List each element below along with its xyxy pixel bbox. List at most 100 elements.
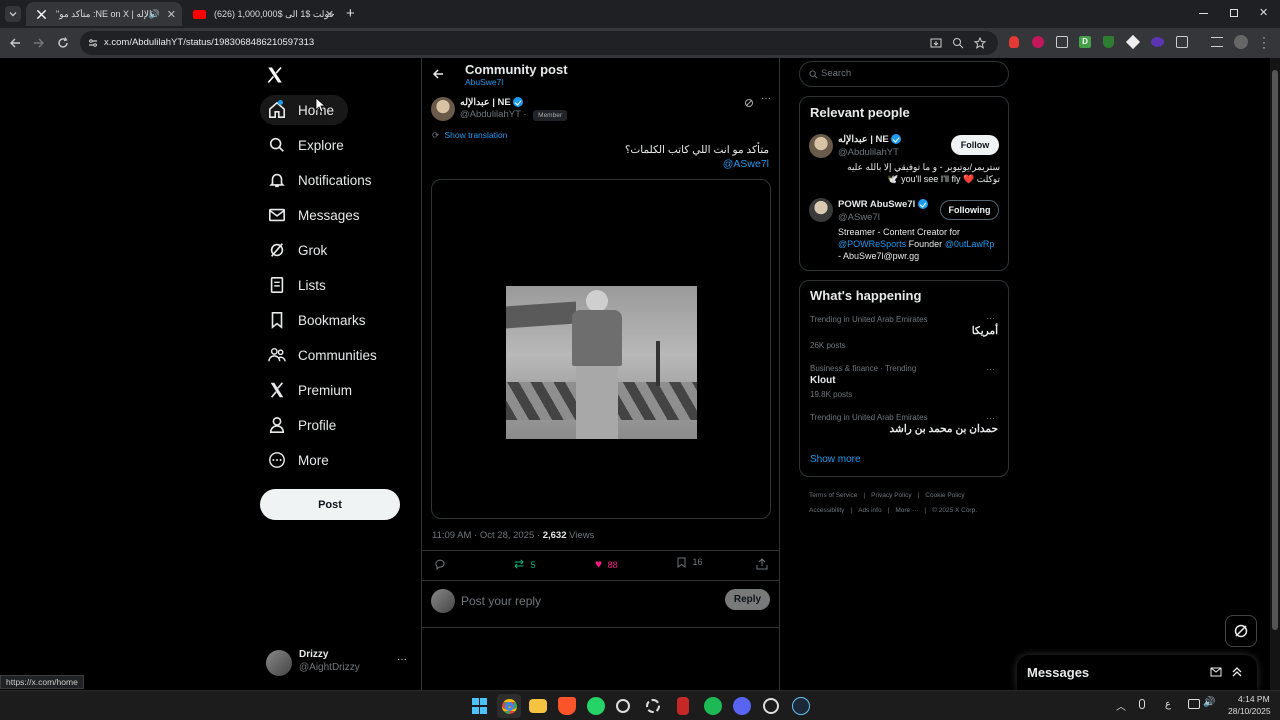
bio-link[interactable]: @0utLawRp bbox=[945, 239, 995, 249]
reply-button[interactable]: Reply bbox=[725, 589, 770, 610]
repost-action[interactable]: ⇄ 5 bbox=[514, 557, 536, 571]
person-handle[interactable]: @ASwe7l bbox=[838, 212, 880, 223]
trend-more-icon[interactable]: ··· bbox=[986, 313, 995, 323]
footer-link[interactable]: Accessibility bbox=[809, 507, 844, 514]
avatar[interactable] bbox=[809, 198, 833, 222]
bookmark-action[interactable]: 16 bbox=[677, 557, 703, 569]
close-tab-icon[interactable]: ✕ bbox=[167, 8, 176, 21]
trend-item[interactable]: Trending in United Arab Emirates ··· حمدان… bbox=[800, 413, 1008, 457]
site-info-icon[interactable] bbox=[88, 38, 98, 48]
nav-item-lists[interactable]: Lists bbox=[260, 270, 340, 300]
extension-icon[interactable] bbox=[1103, 36, 1114, 48]
trend-more-icon[interactable]: ··· bbox=[986, 413, 995, 423]
extension-icon[interactable] bbox=[1151, 37, 1164, 47]
trend-item[interactable]: Trending in United Arab Emirates ··· أمريك… bbox=[800, 313, 1008, 359]
community-name[interactable]: AbuSwe7l bbox=[465, 77, 503, 87]
bookmark-star-icon[interactable] bbox=[974, 37, 986, 49]
footer-link[interactable]: More ··· bbox=[895, 507, 918, 514]
app-icon[interactable] bbox=[616, 699, 630, 713]
chrome-icon[interactable] bbox=[497, 694, 521, 718]
person-name-row[interactable]: عبدالإله | NE bbox=[838, 134, 902, 145]
translation-row[interactable]: ⟳ Show translation bbox=[432, 130, 507, 141]
whatsapp-icon[interactable] bbox=[587, 697, 605, 715]
install-app-icon[interactable] bbox=[930, 37, 942, 49]
new-message-icon[interactable] bbox=[1210, 666, 1222, 678]
media-control-icon[interactable] bbox=[1211, 37, 1223, 47]
chevron-up-icon[interactable]: ︿ bbox=[1116, 698, 1126, 713]
app-icon[interactable] bbox=[677, 697, 689, 715]
account-switcher[interactable]: Drizzy @AightDrizzy ··· bbox=[266, 646, 412, 680]
person-name-row[interactable]: POWR AbuSwe7l bbox=[838, 199, 928, 210]
close-tab-icon[interactable]: ✕ bbox=[325, 8, 334, 21]
microphone-icon[interactable] bbox=[1139, 699, 1145, 709]
scrollbar-thumb[interactable] bbox=[1272, 70, 1278, 630]
nav-item-home[interactable]: Home bbox=[260, 95, 349, 125]
chevron-up-icon[interactable] bbox=[1231, 666, 1243, 678]
speaker-icon[interactable]: 🔊 bbox=[149, 9, 160, 20]
following-button[interactable]: Following bbox=[940, 200, 999, 220]
search-input[interactable]: Search bbox=[799, 61, 1009, 87]
network-icon[interactable] bbox=[1188, 699, 1200, 709]
account-more-icon[interactable]: ··· bbox=[397, 654, 407, 665]
extension-icon[interactable] bbox=[1056, 36, 1068, 48]
windows-start-icon[interactable] bbox=[470, 697, 488, 715]
keyboard-language[interactable]: ع bbox=[1165, 699, 1171, 710]
follow-button[interactable]: Follow bbox=[951, 135, 999, 155]
tab-x-post[interactable]: "متأكد مو :NE on X | عبدالإله 🔊 ✕ bbox=[26, 2, 182, 26]
clock-time[interactable]: 4:14 PM bbox=[1238, 694, 1270, 704]
steam-icon[interactable] bbox=[792, 697, 810, 715]
mention-link[interactable]: @ASwe7l bbox=[723, 158, 769, 170]
brave-icon[interactable] bbox=[558, 697, 576, 715]
browser-menu-icon[interactable]: · · · bbox=[1262, 31, 1266, 53]
tab-youtube[interactable]: (626) حولت $1 الى $1,000,000 ✕ bbox=[184, 2, 340, 26]
person-handle[interactable]: @AbdulilahYT bbox=[838, 147, 899, 158]
tab-search-button[interactable] bbox=[5, 6, 21, 22]
forward-arrow-icon[interactable] bbox=[32, 36, 46, 50]
reload-icon[interactable] bbox=[56, 36, 70, 50]
nav-item-messages[interactable]: Messages bbox=[260, 200, 374, 230]
file-explorer-icon[interactable] bbox=[529, 699, 547, 713]
grok-icon[interactable] bbox=[744, 98, 754, 108]
profile-avatar-icon[interactable] bbox=[1234, 35, 1248, 49]
show-more-link[interactable]: Show more bbox=[810, 454, 861, 465]
like-action[interactable]: ♥ 88 bbox=[595, 557, 618, 571]
nav-item-explore[interactable]: Explore bbox=[260, 130, 358, 160]
minimize-icon[interactable] bbox=[1199, 13, 1208, 14]
post-timestamp[interactable]: 11:09 AM · Oct 28, 2025 · bbox=[432, 530, 543, 541]
footer-link[interactable]: Ads info bbox=[858, 507, 882, 514]
zoom-icon[interactable] bbox=[952, 37, 964, 49]
show-translation-link[interactable]: Show translation bbox=[445, 130, 508, 140]
avatar[interactable] bbox=[431, 97, 455, 121]
back-arrow-icon[interactable] bbox=[432, 68, 444, 80]
footer-link[interactable]: Cookie Policy bbox=[925, 492, 964, 499]
extension-icon[interactable] bbox=[1125, 34, 1141, 50]
footer-link[interactable]: Privacy Policy bbox=[871, 492, 911, 499]
author-handle[interactable]: @AbdulilahYT bbox=[460, 109, 521, 120]
nav-item-profile[interactable]: Profile bbox=[260, 410, 350, 440]
post-button[interactable]: Post bbox=[260, 489, 400, 520]
app-icon[interactable] bbox=[646, 699, 660, 713]
nav-item-more[interactable]: More bbox=[260, 445, 343, 475]
extension-icon[interactable] bbox=[1032, 36, 1044, 48]
grok-float-button[interactable] bbox=[1225, 615, 1257, 647]
nav-item-premium[interactable]: Premium bbox=[260, 375, 366, 405]
footer-link[interactable]: © 2025 X Corp. bbox=[932, 507, 977, 514]
video-player[interactable] bbox=[431, 179, 771, 519]
volume-icon[interactable]: 🔊 bbox=[1203, 697, 1215, 708]
extension-icon[interactable]: D bbox=[1079, 36, 1091, 48]
clock-date[interactable]: 28/10/2025 bbox=[1228, 706, 1271, 716]
bio-link[interactable]: @POWReSports bbox=[838, 239, 906, 249]
restore-icon[interactable] bbox=[1230, 9, 1238, 17]
reply-icon[interactable] bbox=[434, 558, 446, 570]
footer-link[interactable]: Terms of Service bbox=[809, 492, 857, 499]
discord-icon[interactable] bbox=[733, 697, 751, 715]
close-window-icon[interactable]: ✕ bbox=[1259, 6, 1268, 19]
reply-input[interactable]: Post your reply bbox=[461, 594, 541, 608]
back-arrow-icon[interactable] bbox=[8, 36, 22, 50]
extension-icon[interactable] bbox=[1009, 36, 1019, 48]
nav-item-communities[interactable]: Communities bbox=[260, 340, 391, 370]
trend-item[interactable]: Business & finance · Trending ··· Klout 19.… bbox=[800, 364, 1008, 408]
extensions-puzzle-icon[interactable] bbox=[1176, 36, 1188, 48]
share-icon[interactable] bbox=[756, 558, 768, 570]
new-tab-button[interactable]: + bbox=[346, 5, 355, 22]
